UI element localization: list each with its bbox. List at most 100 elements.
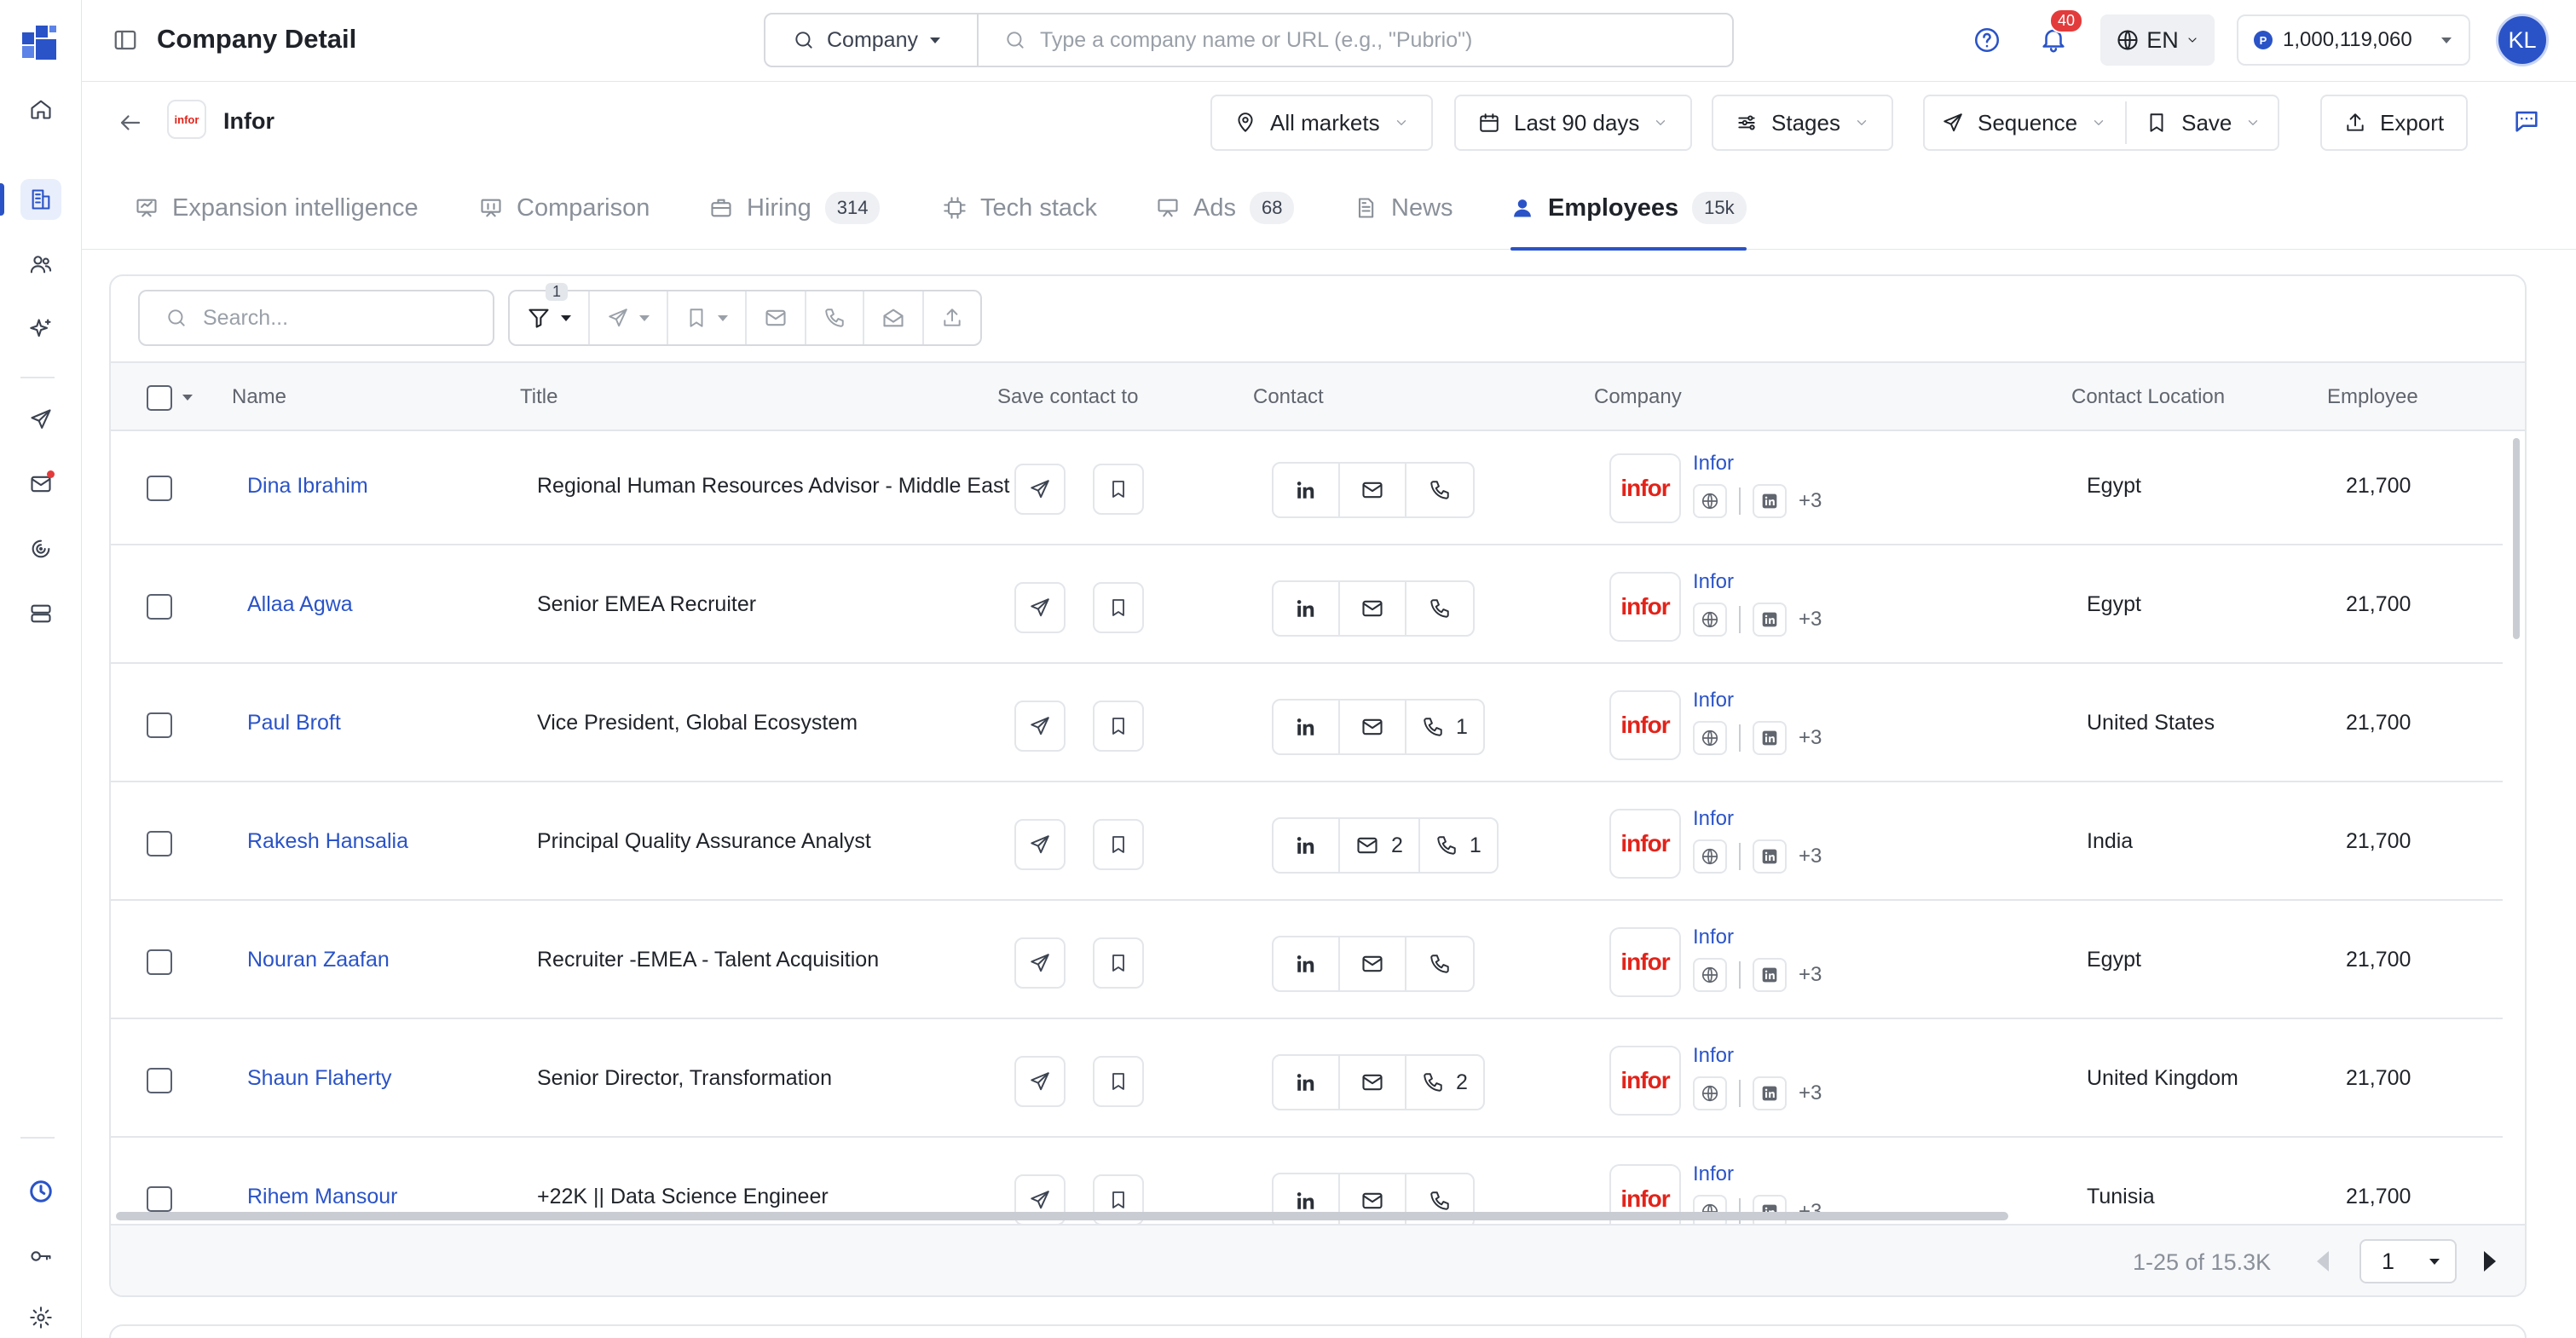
stages-filter[interactable]: Stages <box>1712 95 1893 151</box>
employee-name-link[interactable]: Shaun Flaherty <box>247 1066 392 1091</box>
more-links-count[interactable]: +3 <box>1799 845 1822 868</box>
save-contact-button[interactable] <box>1093 582 1144 633</box>
add-to-sequence-button[interactable] <box>1014 1056 1066 1107</box>
email-button[interactable] <box>1340 464 1406 516</box>
help-icon[interactable] <box>1972 26 2001 55</box>
email-button[interactable] <box>1340 701 1406 753</box>
add-to-sequence-button[interactable] <box>1014 819 1066 870</box>
markets-filter[interactable]: All markets <box>1210 95 1433 151</box>
table-row[interactable]: Allaa Agwa Senior EMEA Recruiter infor I… <box>111 550 2503 664</box>
nav-tracking-icon[interactable] <box>20 528 61 569</box>
company-linkedin-button[interactable] <box>1753 603 1787 637</box>
company-linkedin-button[interactable] <box>1753 484 1787 518</box>
more-links-count[interactable]: +3 <box>1799 489 1822 513</box>
sidebar-toggle-icon[interactable] <box>113 27 138 53</box>
company-linkedin-button[interactable] <box>1753 958 1787 992</box>
table-search-input[interactable] <box>203 305 459 331</box>
column-header-title[interactable]: Title <box>520 385 557 409</box>
email-button[interactable] <box>1340 1056 1406 1109</box>
nav-settings-gear-icon[interactable] <box>20 1297 61 1338</box>
more-links-count[interactable]: +3 <box>1799 726 1822 750</box>
company-website-button[interactable] <box>1693 958 1727 992</box>
company-website-button[interactable] <box>1693 603 1727 637</box>
company-link[interactable]: Infor <box>1693 807 1734 831</box>
linkedin-button[interactable] <box>1274 819 1340 872</box>
company-website-button[interactable] <box>1693 1076 1727 1110</box>
nav-inbox-icon[interactable] <box>20 464 61 505</box>
bulk-enrich-button[interactable] <box>864 291 924 344</box>
company-link[interactable]: Infor <box>1693 926 1734 949</box>
page-select[interactable]: 1 <box>2359 1239 2457 1283</box>
company-website-button[interactable] <box>1693 484 1727 518</box>
row-checkbox[interactable] <box>147 712 172 738</box>
company-link[interactable]: Infor <box>1693 1162 1734 1186</box>
nav-home-icon[interactable] <box>20 89 61 130</box>
nav-companies-icon[interactable] <box>20 179 61 220</box>
company-link[interactable]: Infor <box>1693 689 1734 712</box>
sequence-button[interactable]: Sequence <box>1978 110 2077 136</box>
select-all-caret-icon[interactable] <box>182 395 193 401</box>
column-header-employee[interactable]: Employee <box>2327 385 2418 409</box>
company-link[interactable]: Infor <box>1693 570 1734 594</box>
horizontal-scrollbar[interactable] <box>116 1212 2008 1220</box>
tab-tech-stack[interactable]: Tech stack <box>943 166 1097 250</box>
user-avatar[interactable]: KL <box>2496 14 2549 66</box>
tab-employees[interactable]: Employees 15k <box>1510 166 1747 251</box>
email-button[interactable] <box>1340 582 1406 635</box>
nav-ai-sparkle-icon[interactable] <box>20 309 61 349</box>
save-contact-button[interactable] <box>1093 819 1144 870</box>
bulk-export-button[interactable] <box>924 291 980 344</box>
row-checkbox[interactable] <box>147 1186 172 1212</box>
chat-icon[interactable] <box>2511 107 2542 136</box>
company-website-button[interactable] <box>1693 839 1727 874</box>
save-contact-button[interactable] <box>1093 937 1144 989</box>
search-type-select[interactable]: Company <box>765 14 979 66</box>
table-row[interactable]: Nouran Zaafan Recruiter -EMEA - Talent A… <box>111 905 2503 1019</box>
company-linkedin-button[interactable] <box>1753 1076 1787 1110</box>
nav-people-icon[interactable] <box>20 244 61 285</box>
phone-button[interactable]: 1 <box>1406 701 1483 753</box>
employee-name-link[interactable]: Rihem Mansour <box>247 1185 397 1209</box>
nav-history-icon[interactable] <box>20 1171 61 1212</box>
employee-name-link[interactable]: Paul Broft <box>247 711 341 735</box>
tab-news[interactable]: News <box>1354 166 1453 250</box>
nav-database-icon[interactable] <box>20 593 61 634</box>
filter-button[interactable]: 1 <box>510 283 590 344</box>
column-header-location[interactable]: Contact Location <box>2071 385 2225 409</box>
bulk-sequence-button[interactable] <box>590 291 668 344</box>
row-checkbox[interactable] <box>147 594 172 620</box>
save-contact-button[interactable] <box>1093 1056 1144 1107</box>
period-filter[interactable]: Last 90 days <box>1454 95 1693 151</box>
table-row[interactable]: Dina Ibrahim Regional Human Resources Ad… <box>111 431 2503 545</box>
employee-name-link[interactable]: Allaa Agwa <box>247 592 353 617</box>
previous-page-icon[interactable] <box>2317 1251 2329 1272</box>
tab-comparison[interactable]: Comparison <box>479 166 650 250</box>
add-to-sequence-button[interactable] <box>1014 701 1066 752</box>
phone-button[interactable] <box>1406 937 1473 990</box>
bulk-email-button[interactable] <box>747 291 806 344</box>
phone-button[interactable] <box>1406 582 1473 635</box>
table-row[interactable]: Paul Broft Vice President, Global Ecosys… <box>111 668 2503 782</box>
table-row[interactable]: Shaun Flaherty Senior Director, Transfor… <box>111 1024 2503 1138</box>
company-linkedin-button[interactable] <box>1753 721 1787 755</box>
next-page-icon[interactable] <box>2484 1251 2496 1272</box>
bulk-save-button[interactable] <box>668 291 747 344</box>
language-select[interactable]: EN <box>2100 14 2215 66</box>
more-links-count[interactable]: +3 <box>1799 608 1822 632</box>
save-contact-button[interactable] <box>1093 701 1144 752</box>
row-checkbox[interactable] <box>147 1068 172 1093</box>
save-button[interactable]: Save <box>2181 110 2232 136</box>
nav-key-icon[interactable] <box>20 1236 61 1277</box>
nav-sequence-icon[interactable] <box>20 399 61 440</box>
add-to-sequence-button[interactable] <box>1014 582 1066 633</box>
save-contact-button[interactable] <box>1093 464 1144 515</box>
email-button[interactable]: 2 <box>1340 819 1420 872</box>
employee-name-link[interactable]: Dina Ibrahim <box>247 474 368 499</box>
tab-hiring[interactable]: Hiring 314 <box>709 166 881 250</box>
bulk-phone-button[interactable] <box>806 291 864 344</box>
back-arrow-icon[interactable] <box>118 110 143 136</box>
select-all-checkbox[interactable] <box>147 385 172 411</box>
column-header-company[interactable]: Company <box>1594 385 1682 409</box>
app-logo[interactable] <box>20 24 58 61</box>
export-button[interactable]: Export <box>2320 95 2469 151</box>
